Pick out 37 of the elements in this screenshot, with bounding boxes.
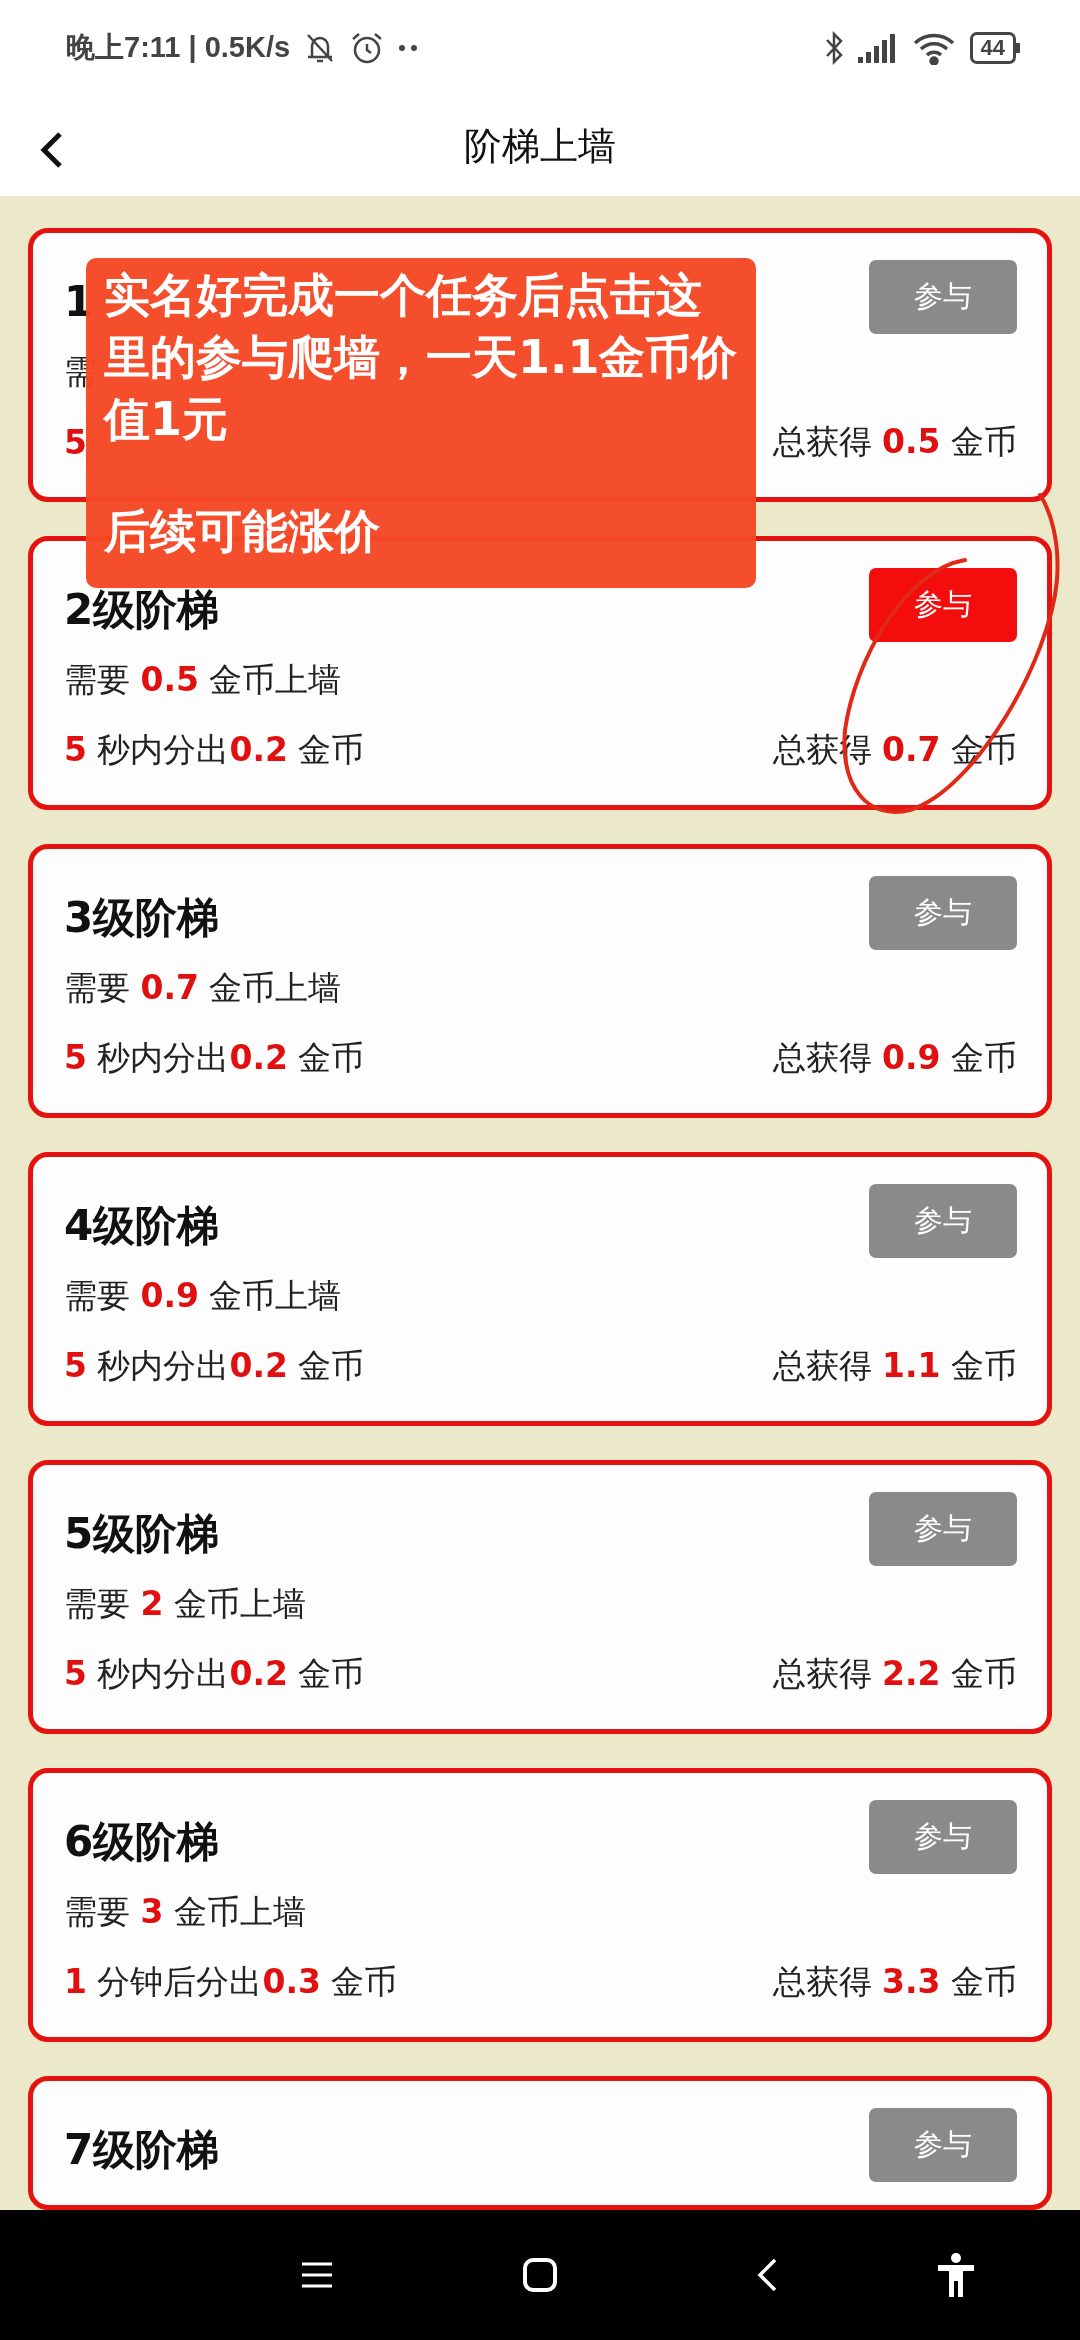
tier-title: 2级阶梯 — [64, 585, 220, 635]
join-button[interactable]: 参与 — [869, 1492, 1017, 1566]
wifi-icon — [911, 31, 956, 65]
payout-text: 5 秒内分出 0.2 金币 — [64, 1344, 365, 1387]
total-earned-text: 总获得 2.2 金币 — [772, 1652, 1017, 1695]
note-text: 后续可能涨价 — [104, 503, 381, 560]
tier-title: 6级阶梯 — [64, 1817, 220, 1867]
bluetooth-icon — [823, 31, 844, 65]
page-title: 阶梯上墙 — [464, 122, 616, 170]
tier-title: 3级阶梯 — [64, 893, 220, 943]
payout-text: 1 分钟后分出 0.3 金币 — [64, 1960, 398, 2003]
tier-title: 5级阶梯 — [64, 1509, 220, 1559]
join-button[interactable]: 参与 — [869, 260, 1017, 334]
total-earned-text: 总获得 0.5 金币 — [772, 420, 1017, 463]
total-earned-text: 总获得 3.3 金币 — [772, 1960, 1017, 2003]
payout-text: 5 秒内分出 0.2 金币 — [64, 1036, 365, 1079]
requirement-text: 需要 0.7 金币上墙 — [64, 966, 342, 1009]
join-button[interactable]: 参与 — [869, 2108, 1017, 2182]
requirement-text: 需要 2 金币上墙 — [64, 1582, 306, 1625]
payout-text: 5 秒内分出 0.2 金币 — [64, 1652, 365, 1695]
total-earned-text: 总获得 0.9 金币 — [772, 1036, 1017, 1079]
accessibility-button[interactable] — [938, 2250, 974, 2300]
total-earned-text: 总获得 1.1 金币 — [772, 1344, 1017, 1387]
join-button[interactable]: 参与 — [869, 876, 1017, 950]
requirement-text: 需要 0.9 金币上墙 — [64, 1274, 342, 1317]
payout-text: 5 秒内分出 0.2 金币 — [64, 728, 365, 771]
payout-text: 5 — [64, 422, 87, 462]
status-time: 晚上7:11 | 0.5K/s — [66, 30, 291, 65]
join-button[interactable]: 参与 — [869, 568, 1017, 642]
tier-title: 7级阶梯 — [64, 2125, 220, 2175]
join-button[interactable]: 参与 — [869, 1184, 1017, 1258]
requirement-text: 需要 3 金币上墙 — [64, 1890, 306, 1933]
note-text: 实名好完成一个任务后点击这里的参与爬墙，一天1.1金币价值1元 — [104, 267, 738, 448]
join-button[interactable]: 参与 — [869, 1800, 1017, 1874]
signal-icon — [857, 33, 898, 63]
requirement-text: 需要 0.5 金币上墙 — [64, 658, 342, 701]
tier-title: 4级阶梯 — [64, 1201, 220, 1251]
